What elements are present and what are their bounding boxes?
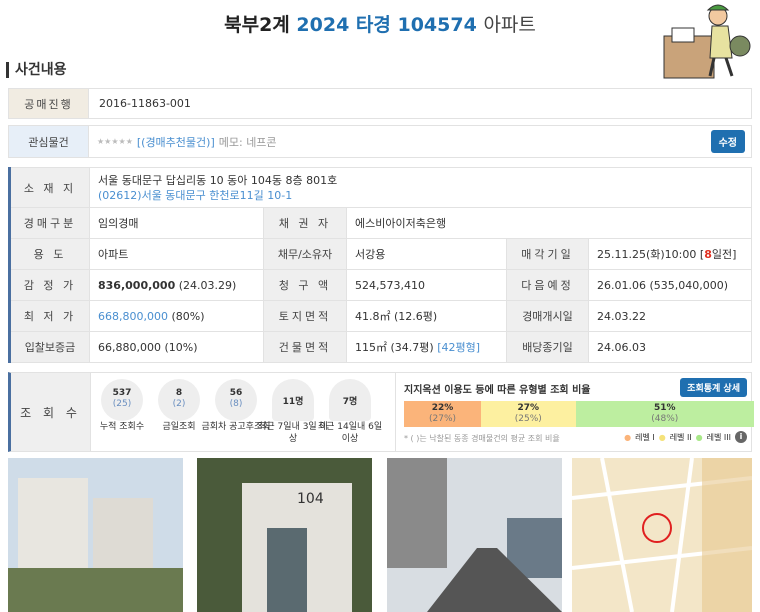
auction-start-date: 24.03.22 — [588, 300, 752, 332]
field-label: 최 저 가 — [9, 300, 90, 332]
appraisal-price: 836,000,000 (24.03.29) — [89, 269, 264, 301]
land-area: 41.8㎡ (12.6평) — [346, 300, 507, 332]
view-ratio-panel: 지지옥션 이용도 등에 따른 유형별 조회 비율 조회통계 상세 22% (27%… — [396, 373, 754, 451]
user-icon: 7명 — [329, 379, 371, 421]
ratio-segment: 22% (27%) — [404, 401, 481, 427]
next-schedule: 26.01.06 (535,040,000) — [588, 269, 752, 301]
round-views: 56 (8) — [215, 379, 257, 421]
usage: 아파트 — [89, 238, 264, 270]
user-icon: 11명 — [272, 379, 314, 421]
ratio-segment: 27% (25%) — [481, 401, 576, 427]
case-number: 2024 타경 104574 — [296, 14, 477, 36]
memo-text: 메모: 네프콘 — [218, 135, 277, 149]
address: 서울 동대문구 답십리동 10 동아 104동 8층 801호 — [98, 173, 338, 187]
field-label: 토지면적 — [263, 300, 347, 332]
field-label: 입찰보증금 — [9, 331, 90, 363]
total-views: 537 (25) — [101, 379, 143, 421]
ratio-note: * ( )는 낙찰된 동종 경매물건의 평균 조회 비율 — [404, 434, 560, 443]
building-photo-1[interactable] — [8, 458, 183, 612]
today-views: 8 (2) — [158, 379, 200, 421]
minimum-price: 668,800,000 (80%) — [89, 300, 264, 332]
street-photo[interactable] — [387, 458, 562, 612]
recommend-tag[interactable]: [(경매추천물건)] — [137, 134, 215, 150]
dividend-deadline: 24.06.03 — [588, 331, 752, 363]
section-title: 사건내용 — [6, 62, 67, 78]
star-rating[interactable]: ★★★★★ — [89, 137, 133, 146]
field-label: 경매구분 — [9, 207, 90, 239]
views-label: 조 회 수 — [11, 373, 91, 451]
auction-type: 임의경매 — [89, 207, 264, 239]
claim-amount: 524,573,410 — [346, 269, 507, 301]
view-stats-detail-button[interactable]: 조회통계 상세 — [680, 378, 747, 397]
public-sale-value: 2016-11863-001 — [99, 97, 191, 110]
bid-deposit: 66,880,000 (10%) — [89, 331, 264, 363]
views-section: 조 회 수 537 (25) 누적 조회수 8 (2) 금일조회 56 (8) 금회차… — [8, 372, 754, 452]
ratio-segment: 51% (48%) — [575, 401, 754, 427]
address-label: 소 재 지 — [9, 167, 90, 208]
public-sale-label: 공매진행 — [9, 89, 89, 118]
page-title: 북부2계 2024 타경 104574 아파트 — [0, 10, 760, 37]
field-label: 배당종기일 — [506, 331, 589, 363]
view-stats: 537 (25) 누적 조회수 8 (2) 금일조회 56 (8) 금회차 공고후조회… — [91, 373, 396, 451]
field-label: 건물면적 — [263, 331, 347, 363]
edit-button[interactable]: 수정 — [710, 130, 745, 153]
owner: 서강용 — [346, 238, 507, 270]
property-type: 아파트 — [483, 14, 536, 36]
svg-text:104: 104 — [297, 491, 324, 507]
ratio-legend: ● 레벨 I ● 레벨 II ● 레벨 III i — [624, 431, 747, 443]
interest-row: 관심물건 ★★★★★ [(경매추천물건)] 메모: 네프콘 수정 — [8, 125, 752, 158]
sale-date: 25.11.25(화)10:00 [8일전] — [588, 238, 752, 270]
field-label: 용 도 — [9, 238, 90, 270]
mascot-illustration — [663, 4, 751, 79]
building-photo-2[interactable]: 104 — [197, 458, 372, 612]
creditor: 에스비아이저축은행 — [346, 207, 752, 239]
case-details-table: 소 재 지 서울 동대문구 답십리동 10 동아 104동 8층 801호 (02… — [8, 167, 752, 363]
info-icon[interactable]: i — [735, 431, 747, 443]
road-address[interactable]: (02612)서울 동대문구 한천로11길 10-1 — [98, 188, 743, 203]
field-label: 채무/소유자 — [263, 238, 347, 270]
building-area: 115㎡ (34.7평) [42평형] — [346, 331, 507, 363]
field-label: 다음예정 — [506, 269, 589, 301]
public-sale-row: 공매진행 2016-11863-001 — [8, 88, 752, 119]
ratio-title: 지지옥션 이용도 등에 따른 유형별 조회 비율 — [404, 385, 591, 396]
court-name: 북부2계 — [224, 14, 290, 36]
field-label: 감 정 가 — [9, 269, 90, 301]
field-label: 경매개시일 — [506, 300, 589, 332]
field-label: 매각기일 — [506, 238, 589, 270]
stat-caption: 최근 14일내 6일 이상 — [317, 422, 383, 444]
location-map[interactable] — [572, 458, 752, 612]
interest-label: 관심물건 — [9, 126, 89, 157]
field-label: 채 권 자 — [263, 207, 347, 239]
field-label: 청 구 액 — [263, 269, 347, 301]
